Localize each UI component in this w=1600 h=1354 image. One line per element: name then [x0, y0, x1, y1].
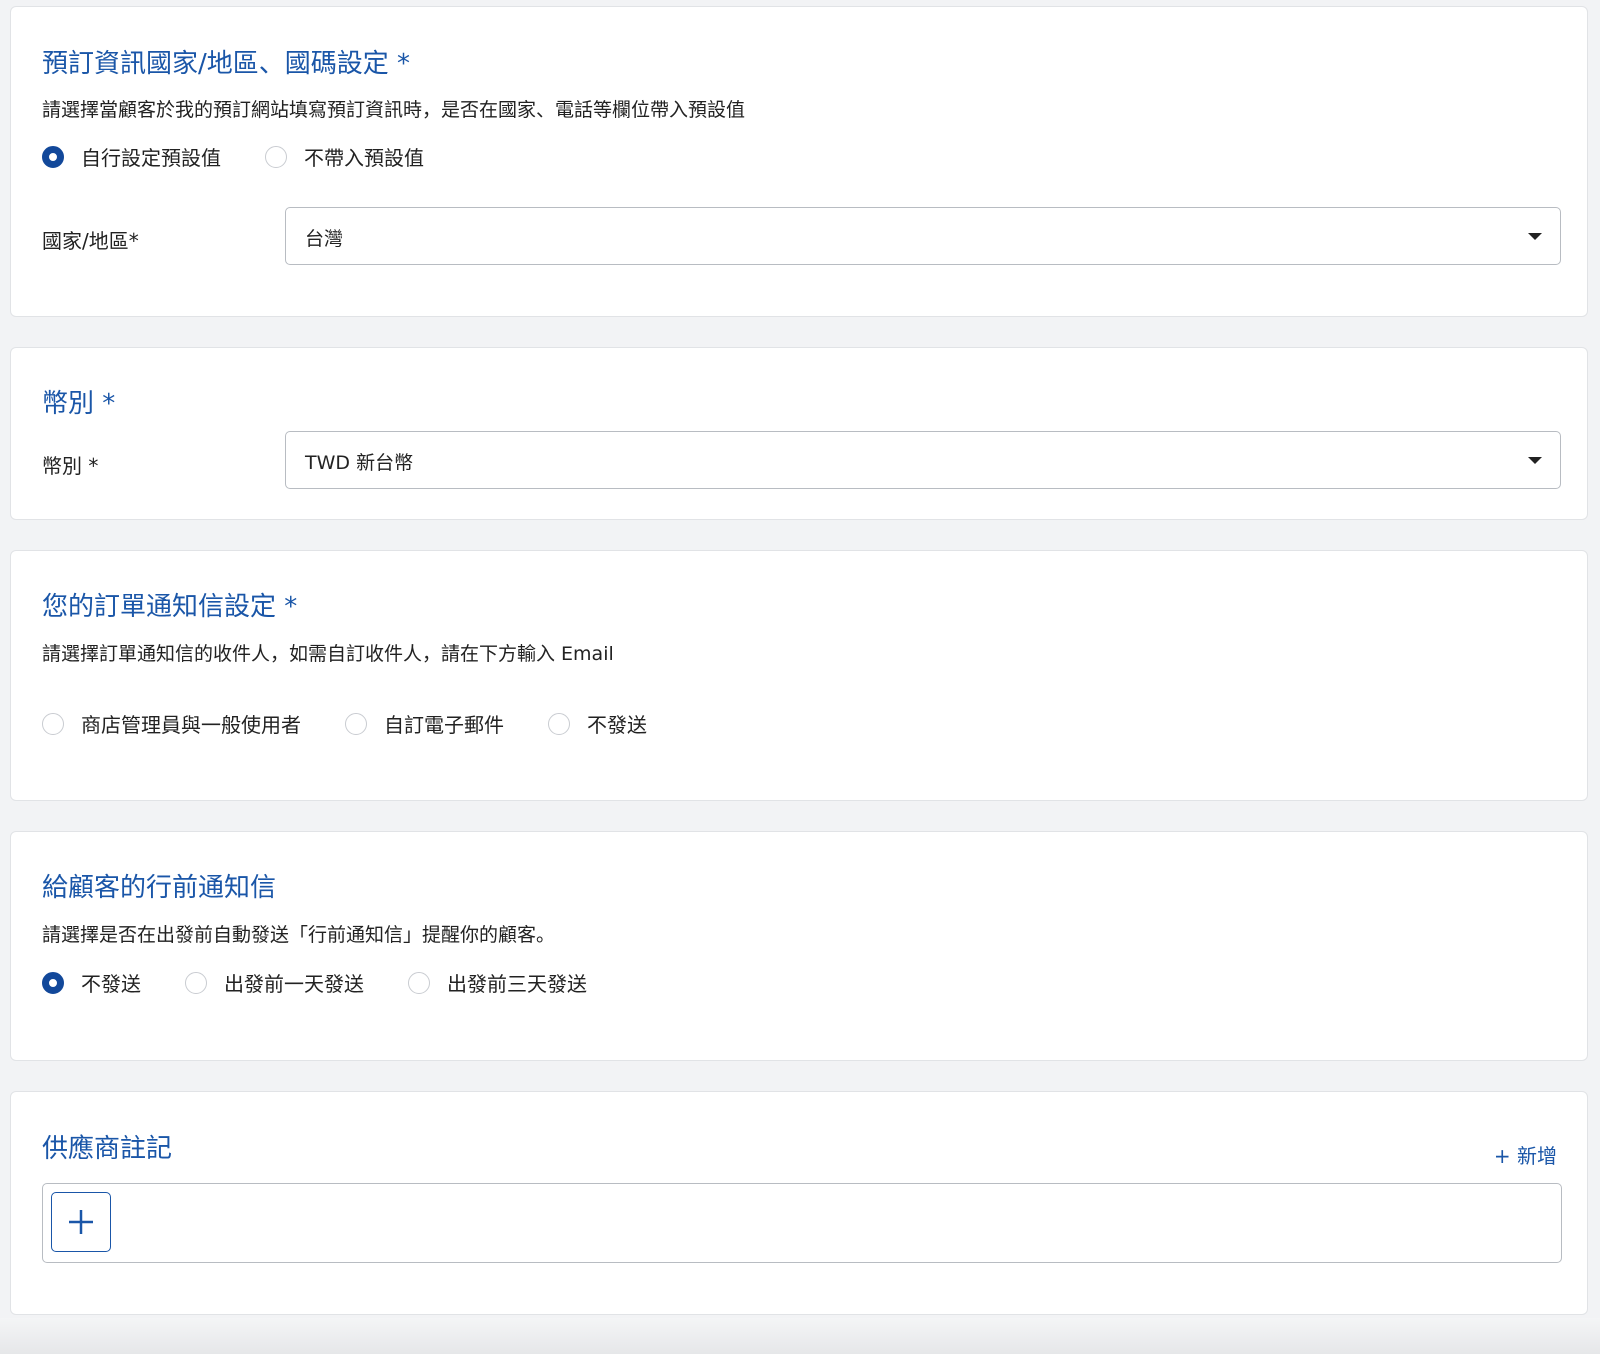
currency-title: 幣別 *	[42, 389, 116, 419]
radio-checked-icon[interactable]	[42, 971, 64, 994]
order-notification-card: 您的訂單通知信設定 * 請選擇訂單通知信的收件人，如需自訂收件人，請在下方輸入 …	[10, 550, 1588, 801]
booking-country-title: 預訂資訊國家/地區、國碼設定 *	[42, 49, 411, 79]
radio-label: 不發送	[587, 713, 647, 737]
booking-country-radio-group: 自行設定預設值 不帶入預設值	[42, 142, 424, 171]
country-field-label: 國家/地區*	[42, 229, 139, 253]
supplier-notes-title: 供應商註記	[42, 1134, 173, 1164]
radio-admin-and-users[interactable]: 商店管理員與一般使用者	[42, 709, 301, 738]
pre-trip-notice-card: 給顧客的行前通知信 請選擇是否在出發前自動發送「行前通知信」提醒你的顧客。 不發…	[10, 831, 1588, 1061]
radio-unchecked-icon[interactable]	[548, 712, 570, 735]
radio-custom-default[interactable]: 自行設定預設值	[42, 142, 221, 171]
radio-unchecked-icon[interactable]	[265, 145, 287, 168]
order-notification-description: 請選擇訂單通知信的收件人，如需自訂收件人，請在下方輸入 Email	[42, 643, 614, 665]
radio-one-day-before[interactable]: 出發前一天發送	[185, 968, 364, 997]
radio-label: 出發前一天發送	[224, 972, 364, 996]
radio-label: 出發前三天發送	[447, 972, 587, 996]
pre-trip-notice-radio-group: 不發送 出發前一天發送 出發前三天發送	[42, 968, 587, 997]
radio-unchecked-icon[interactable]	[42, 712, 64, 735]
radio-no-notice[interactable]: 不發送	[42, 968, 141, 997]
radio-three-days-before[interactable]: 出發前三天發送	[408, 968, 587, 997]
radio-unchecked-icon[interactable]	[345, 712, 367, 735]
radio-no-default[interactable]: 不帶入預設值	[265, 142, 424, 171]
radio-label: 不發送	[81, 972, 141, 996]
booking-country-card: 預訂資訊國家/地區、國碼設定 * 請選擇當顧客於我的預訂網站填寫預訂資訊時，是否…	[10, 6, 1588, 317]
caret-down-icon	[1528, 457, 1542, 464]
caret-down-icon	[1528, 233, 1542, 240]
supplier-notes-card: 供應商註記 + 新增	[10, 1091, 1588, 1315]
country-select[interactable]: 台灣	[285, 207, 1561, 265]
page-bottom-shade	[0, 1318, 1600, 1354]
radio-unchecked-icon[interactable]	[185, 971, 207, 994]
booking-country-description: 請選擇當顧客於我的預訂網站填寫預訂資訊時，是否在國家、電話等欄位帶入預設值	[42, 99, 746, 121]
radio-label: 不帶入預設值	[304, 146, 424, 170]
currency-field-label: 幣別 *	[42, 454, 99, 478]
radio-unchecked-icon[interactable]	[408, 971, 430, 994]
supplier-notes-box	[42, 1183, 1562, 1263]
currency-card: 幣別 * 幣別 * TWD 新台幣	[10, 347, 1588, 520]
currency-select[interactable]: TWD 新台幣	[285, 431, 1561, 489]
pre-trip-notice-title: 給顧客的行前通知信	[42, 873, 277, 903]
currency-select-value: TWD 新台幣	[305, 452, 414, 474]
radio-label: 自訂電子郵件	[384, 713, 504, 737]
plus-icon	[69, 1210, 93, 1234]
radio-do-not-send[interactable]: 不發送	[548, 709, 647, 738]
country-select-value: 台灣	[305, 228, 344, 250]
add-note-link[interactable]: + 新增	[1494, 1140, 1557, 1169]
radio-checked-icon[interactable]	[42, 145, 64, 168]
add-note-button[interactable]	[51, 1192, 111, 1252]
order-notification-radio-group: 商店管理員與一般使用者 自訂電子郵件 不發送	[42, 709, 647, 738]
radio-label: 商店管理員與一般使用者	[81, 713, 301, 737]
radio-label: 自行設定預設值	[81, 146, 221, 170]
order-notification-title: 您的訂單通知信設定 *	[42, 592, 298, 622]
radio-custom-email[interactable]: 自訂電子郵件	[345, 709, 504, 738]
pre-trip-notice-description: 請選擇是否在出發前自動發送「行前通知信」提醒你的顧客。	[42, 924, 556, 946]
